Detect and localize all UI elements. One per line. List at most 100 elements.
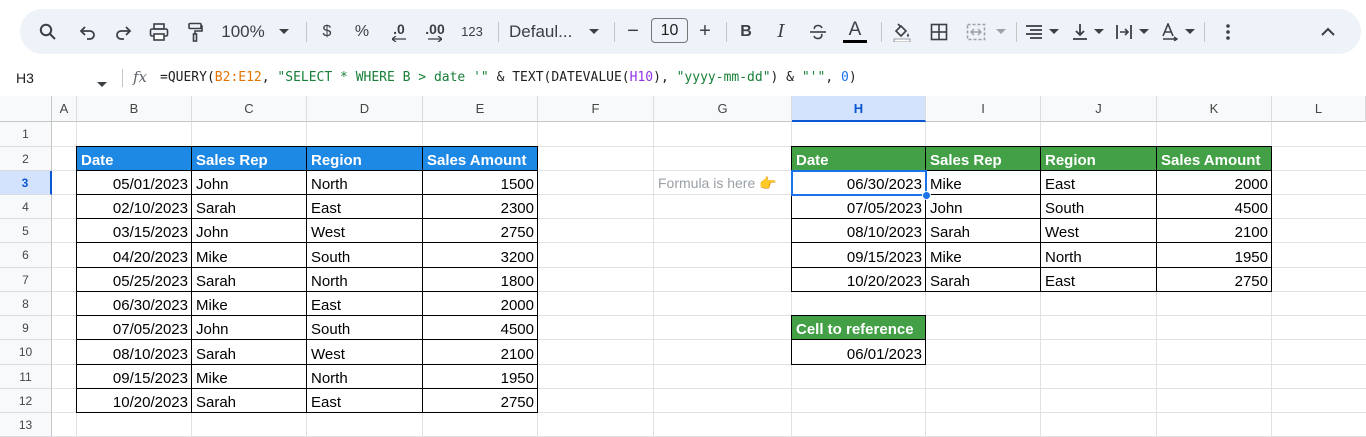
source-data-cell[interactable]: East [307,292,423,316]
source-data-cell[interactable]: 2750 [423,219,538,243]
row-header-1[interactable]: 1 [0,122,52,147]
source-data-cell[interactable]: 08/10/2023 [77,340,192,365]
spreadsheet-grid[interactable]: A B C D E F G H I J K L 1 2 3 4 5 6 7 8 9 10 11 12 13 Date Sales R… [0,96,1366,437]
number-format-button[interactable]: 123 [459,9,485,54]
source-data-cell[interactable]: 1500 [423,171,538,195]
font-size-input[interactable]: 10 [651,18,688,43]
column-header-i[interactable]: I [926,96,1041,122]
source-data-cell[interactable]: West [307,340,423,365]
more-icon[interactable] [1218,9,1238,54]
undo-icon[interactable] [76,9,100,54]
borders-icon[interactable] [927,9,951,54]
row-header-4[interactable]: 4 [0,195,52,219]
source-data-cell[interactable]: Mike [192,243,307,268]
search-icon[interactable] [36,9,60,54]
chevron-down-icon[interactable] [97,75,107,93]
decrease-decimal-button[interactable]: .0 [387,9,411,54]
row-header-7[interactable]: 7 [0,268,52,292]
print-icon[interactable] [147,9,171,54]
source-data-cell[interactable]: 1800 [423,268,538,292]
result-header-cell[interactable]: Date [792,147,926,171]
result-data-cell[interactable]: John [926,195,1041,219]
source-data-cell[interactable]: North [307,365,423,389]
collapse-icon[interactable] [1317,9,1339,54]
strikethrough-icon[interactable] [806,9,830,54]
text-wrap-icon[interactable] [1113,9,1135,54]
result-data-cell[interactable]: West [1041,219,1157,243]
result-data-cell[interactable]: North [1041,243,1157,268]
currency-button[interactable]: $ [317,9,337,54]
italic-button[interactable]: I [771,9,791,54]
chevron-down-icon[interactable] [277,9,291,54]
font-select[interactable]: Defaul... [509,9,579,54]
result-header-cell[interactable]: Sales Rep [926,147,1041,171]
column-header-l[interactable]: L [1272,96,1366,122]
source-data-cell[interactable]: West [307,219,423,243]
row-header-8[interactable]: 8 [0,292,52,316]
fill-color-icon[interactable] [889,9,915,54]
source-data-cell[interactable]: East [307,195,423,219]
source-data-cell[interactable]: Sarah [192,389,307,413]
source-data-cell[interactable]: 07/05/2023 [77,316,192,340]
column-header-a[interactable]: A [52,96,77,122]
valign-icon[interactable] [1069,9,1091,54]
result-data-cell[interactable]: 4500 [1157,195,1272,219]
zoom-select[interactable]: 100% [218,9,268,54]
source-data-cell[interactable]: 04/20/2023 [77,243,192,268]
chevron-down-icon[interactable] [1093,9,1105,54]
result-data-cell[interactable]: East [1041,171,1157,195]
source-data-cell[interactable]: Sarah [192,340,307,365]
source-data-cell[interactable]: 10/20/2023 [77,389,192,413]
increase-font-size-button[interactable]: + [695,9,715,54]
result-data-cell[interactable]: 2100 [1157,219,1272,243]
chevron-down-icon[interactable] [1184,9,1196,54]
decrease-font-size-button[interactable]: − [623,9,643,54]
source-data-cell[interactable]: North [307,171,423,195]
source-data-cell[interactable]: 2100 [423,340,538,365]
select-all-corner[interactable] [0,96,52,122]
source-data-cell[interactable]: 05/01/2023 [77,171,192,195]
percent-button[interactable]: % [352,9,372,54]
source-data-cell[interactable]: Mike [192,292,307,316]
result-data-cell[interactable]: 10/20/2023 [792,268,926,292]
source-data-cell[interactable]: 03/15/2023 [77,219,192,243]
chevron-down-icon[interactable] [1048,9,1060,54]
source-data-cell[interactable]: East [307,389,423,413]
bold-button[interactable]: B [736,9,756,54]
source-data-cell[interactable]: 2300 [423,195,538,219]
source-data-cell[interactable]: South [307,316,423,340]
row-header-11[interactable]: 11 [0,365,52,389]
column-header-g[interactable]: G [654,96,792,122]
chevron-down-icon[interactable] [995,9,1007,54]
column-header-f[interactable]: F [538,96,654,122]
column-header-b[interactable]: B [77,96,192,122]
formula-input[interactable]: =QUERY(B2:E12, "SELECT * WHERE B > date … [160,63,857,93]
text-rotate-icon[interactable] [1159,9,1181,54]
source-header-cell[interactable]: Sales Rep [192,147,307,171]
source-data-cell[interactable]: South [307,243,423,268]
result-data-cell[interactable]: Mike [926,171,1041,195]
row-header-12[interactable]: 12 [0,389,52,413]
source-data-cell[interactable]: 2000 [423,292,538,316]
result-data-cell[interactable]: East [1041,268,1157,292]
source-data-cell[interactable]: 1950 [423,365,538,389]
paint-format-icon[interactable] [183,9,207,54]
result-data-cell[interactable]: 2750 [1157,268,1272,292]
column-header-k[interactable]: K [1157,96,1272,122]
source-data-cell[interactable]: Sarah [192,195,307,219]
reference-value-cell[interactable]: 06/01/2023 [792,340,926,365]
source-header-cell[interactable]: Sales Amount [423,147,538,171]
row-header-10[interactable]: 10 [0,340,52,365]
source-data-cell[interactable]: 09/15/2023 [77,365,192,389]
source-data-cell[interactable]: 02/10/2023 [77,195,192,219]
row-header-3[interactable]: 3 [0,171,52,195]
source-data-cell[interactable]: North [307,268,423,292]
source-data-cell[interactable]: 3200 [423,243,538,268]
column-header-j[interactable]: J [1041,96,1157,122]
source-data-cell[interactable]: 4500 [423,316,538,340]
column-header-d[interactable]: D [307,96,423,122]
result-header-cell[interactable]: Sales Amount [1157,147,1272,171]
source-data-cell[interactable]: 2750 [423,389,538,413]
source-data-cell[interactable]: John [192,316,307,340]
reference-label-cell[interactable]: Cell to reference [792,316,926,340]
